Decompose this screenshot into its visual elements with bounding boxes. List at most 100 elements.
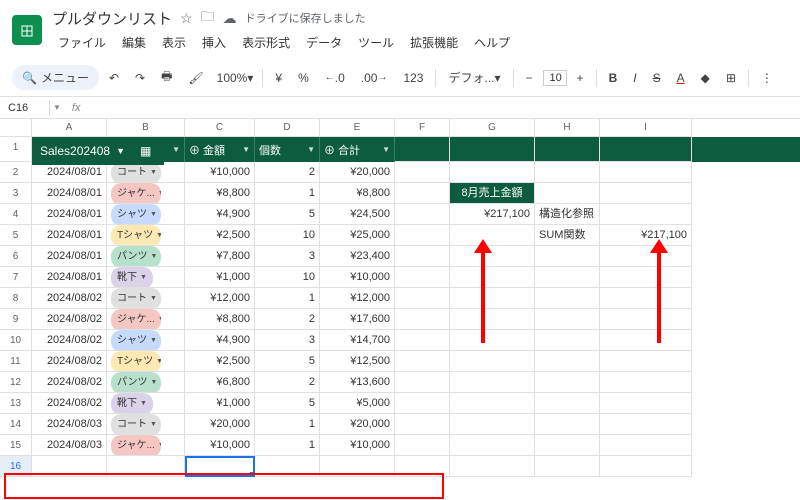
more-icon[interactable]: ⋮ <box>755 67 779 89</box>
cell[interactable] <box>600 435 692 456</box>
cell[interactable] <box>535 137 600 162</box>
cell[interactable] <box>535 309 600 330</box>
font-size-input[interactable]: 10 <box>543 70 567 86</box>
cell[interactable]: 構造化参照 <box>535 204 600 225</box>
number-format-button[interactable]: 123 <box>397 67 429 89</box>
cell[interactable] <box>395 435 450 456</box>
menu-表示[interactable]: 表示 <box>156 32 192 53</box>
cell[interactable] <box>450 393 535 414</box>
cell[interactable]: 2024/08/02 <box>32 288 107 309</box>
cell[interactable]: 2024/08/02 <box>32 309 107 330</box>
cell[interactable] <box>255 456 320 477</box>
row-header-15[interactable]: 15 <box>0 435 32 456</box>
cell[interactable]: ¥2,500 <box>185 225 255 246</box>
cell[interactable]: ¥1,000 <box>185 393 255 414</box>
move-icon[interactable]: 🗀 <box>201 6 215 30</box>
undo-button[interactable]: ↶ <box>103 67 125 89</box>
cell[interactable]: 2024/08/01 <box>32 204 107 225</box>
borders-button[interactable]: ⊞ <box>720 67 742 89</box>
cell[interactable] <box>395 225 450 246</box>
cell[interactable]: ¥4,900 <box>185 330 255 351</box>
cell[interactable]: 2024/08/01 <box>32 183 107 204</box>
cell[interactable]: ¥10,000 <box>320 267 395 288</box>
cell[interactable] <box>600 330 692 351</box>
cell[interactable] <box>395 393 450 414</box>
cell[interactable]: ¥10,000 <box>320 435 395 456</box>
menu-ヘルプ[interactable]: ヘルプ <box>468 32 516 53</box>
name-box-chevron-icon[interactable]: ▼ <box>50 103 64 112</box>
cell[interactable]: ジャケ...▼ <box>107 183 185 204</box>
cell[interactable]: 2024/08/02 <box>32 351 107 372</box>
cell[interactable]: 2024/08/02 <box>32 330 107 351</box>
cell[interactable] <box>450 162 535 183</box>
percent-button[interactable]: % <box>292 67 315 89</box>
cell[interactable]: ¥13,600 <box>320 372 395 393</box>
cell[interactable] <box>535 183 600 204</box>
cell[interactable] <box>535 435 600 456</box>
row-header-7[interactable]: 7 <box>0 267 32 288</box>
cell[interactable] <box>395 372 450 393</box>
spreadsheet-grid[interactable]: ABCDEFGHI 12345678910111213141516 Sales2… <box>0 119 800 477</box>
cell[interactable] <box>185 456 255 477</box>
cell[interactable]: ¥10,000 <box>185 435 255 456</box>
bold-button[interactable]: B <box>603 67 624 89</box>
cell[interactable]: コート▼ <box>107 162 185 183</box>
cell[interactable] <box>107 456 185 477</box>
row-header-13[interactable]: 13 <box>0 393 32 414</box>
cell[interactable]: 1 <box>255 414 320 435</box>
cell[interactable] <box>450 372 535 393</box>
cell[interactable]: ¥20,000 <box>185 414 255 435</box>
cell[interactable]: 3 <box>255 246 320 267</box>
cell[interactable]: 2 <box>255 309 320 330</box>
cell[interactable]: 8月売上金額 <box>450 183 535 204</box>
menu-表示形式[interactable]: 表示形式 <box>236 32 296 53</box>
cell[interactable]: 5 <box>255 204 320 225</box>
cell[interactable] <box>600 309 692 330</box>
cell[interactable]: ¥17,600 <box>320 309 395 330</box>
font-size-dec[interactable]: − <box>520 67 539 89</box>
redo-button[interactable]: ↷ <box>129 67 151 89</box>
cell[interactable]: ¥6,800 <box>185 372 255 393</box>
row-header-2[interactable]: 2 <box>0 162 32 183</box>
fill-color-button[interactable]: ◆ <box>695 67 716 89</box>
cell[interactable] <box>450 456 535 477</box>
row-header-5[interactable]: 5 <box>0 225 32 246</box>
col-header-G[interactable]: G <box>450 119 535 137</box>
cell[interactable]: 2024/08/02 <box>32 393 107 414</box>
cell[interactable] <box>450 246 535 267</box>
document-title[interactable]: プルダウンリスト <box>52 8 172 29</box>
cell[interactable]: 2 <box>255 372 320 393</box>
name-box[interactable]: C16 <box>0 100 50 116</box>
table-header-個数[interactable]: 個数▼ <box>255 137 320 162</box>
cell[interactable]: 3 <box>255 330 320 351</box>
cell[interactable]: シャツ▼ <box>107 330 185 351</box>
cell[interactable] <box>395 162 450 183</box>
cell[interactable] <box>395 456 450 477</box>
cell[interactable]: ¥25,000 <box>320 225 395 246</box>
cell[interactable] <box>600 456 692 477</box>
cell[interactable]: ¥8,800 <box>320 183 395 204</box>
row-header-3[interactable]: 3 <box>0 183 32 204</box>
cell[interactable] <box>600 246 692 267</box>
cell[interactable] <box>600 183 692 204</box>
formula-input[interactable] <box>88 100 800 116</box>
cell[interactable] <box>535 351 600 372</box>
row-header-16[interactable]: 16 <box>0 456 32 477</box>
row-header-14[interactable]: 14 <box>0 414 32 435</box>
col-header-B[interactable]: B <box>107 119 185 137</box>
cell[interactable] <box>600 393 692 414</box>
cell[interactable] <box>535 246 600 267</box>
cell[interactable]: ¥2,500 <box>185 351 255 372</box>
cell[interactable] <box>600 162 692 183</box>
cell[interactable]: 2024/08/03 <box>32 435 107 456</box>
cell[interactable] <box>600 137 692 162</box>
row-header-4[interactable]: 4 <box>0 204 32 225</box>
cell[interactable] <box>450 414 535 435</box>
cell[interactable]: 靴下▼ <box>107 267 185 288</box>
cell[interactable]: ¥24,500 <box>320 204 395 225</box>
cell[interactable] <box>600 288 692 309</box>
cell[interactable]: ¥7,800 <box>185 246 255 267</box>
font-select[interactable]: デフォ... ▾ <box>442 65 506 90</box>
cell[interactable] <box>535 414 600 435</box>
cell[interactable]: 1 <box>255 183 320 204</box>
